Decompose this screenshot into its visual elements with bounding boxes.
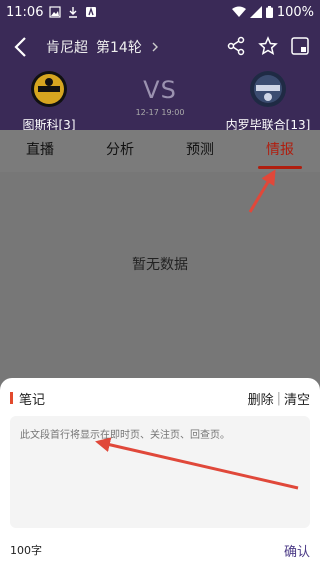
status-bar: 11:06 100% [0, 0, 320, 24]
away-team-logo [250, 71, 286, 107]
match-time: 12-17 19:00 [135, 108, 185, 117]
note-title: 笔记 [19, 392, 46, 408]
image-icon [49, 6, 62, 18]
delete-button[interactable]: 删除 [248, 389, 274, 408]
note-header: 笔记 删除 | 清空 [10, 388, 310, 408]
confirm-button[interactable]: 确认 [284, 541, 310, 560]
signal-icon [249, 6, 262, 18]
note-sheet: 笔记 删除 | 清空 100字 确认 [0, 378, 320, 568]
away-team[interactable]: 内罗毕联合[13] [222, 70, 314, 133]
tab-bar: 直播 分析 预测 情报 [0, 130, 320, 172]
share-icon[interactable] [226, 36, 246, 56]
back-arrow-icon[interactable] [10, 34, 32, 60]
battery-icon [265, 6, 273, 18]
vs-text: VS [143, 76, 177, 104]
chevron-right-icon [152, 42, 158, 52]
tab-prediction[interactable]: 预测 [160, 130, 240, 172]
battery-level: 100% [276, 4, 314, 20]
tab-intelligence[interactable]: 情报 [240, 130, 320, 172]
league-name: 肯尼超 [46, 40, 88, 56]
download-icon [69, 7, 78, 18]
home-team[interactable]: 图斯科[3] [18, 70, 80, 133]
home-team-logo [31, 71, 67, 107]
league-round-selector[interactable]: 肯尼超 第14轮 [46, 37, 160, 57]
teams-row: 图斯科[3] VS 12-17 19:00 内罗毕联合[13] [0, 70, 320, 133]
nav-row: 肯尼超 第14轮 [0, 24, 320, 70]
vs-block: VS 12-17 19:00 [110, 76, 210, 117]
match-header: 肯尼超 第14轮 图斯科[3] VS 12-17 19:00 内罗毕联合[13] [0, 24, 320, 133]
tab-analysis[interactable]: 分析 [80, 130, 160, 172]
note-icon[interactable] [290, 36, 310, 56]
note-footer: 100字 确认 [10, 538, 310, 562]
char-count: 100字 [10, 544, 42, 557]
round-label: 第14轮 [96, 40, 142, 56]
tab-live[interactable]: 直播 [0, 130, 80, 172]
action-separator: | [276, 390, 281, 406]
title-accent-bar [10, 392, 13, 404]
note-input[interactable] [10, 416, 310, 528]
content-area: 暂无数据 [0, 172, 320, 378]
wifi-icon [231, 6, 246, 17]
app-notification-icon [86, 6, 97, 17]
clear-button[interactable]: 清空 [284, 389, 310, 408]
empty-state-text: 暂无数据 [132, 257, 188, 273]
star-icon[interactable] [258, 36, 278, 56]
status-time: 11:06 [6, 4, 44, 20]
